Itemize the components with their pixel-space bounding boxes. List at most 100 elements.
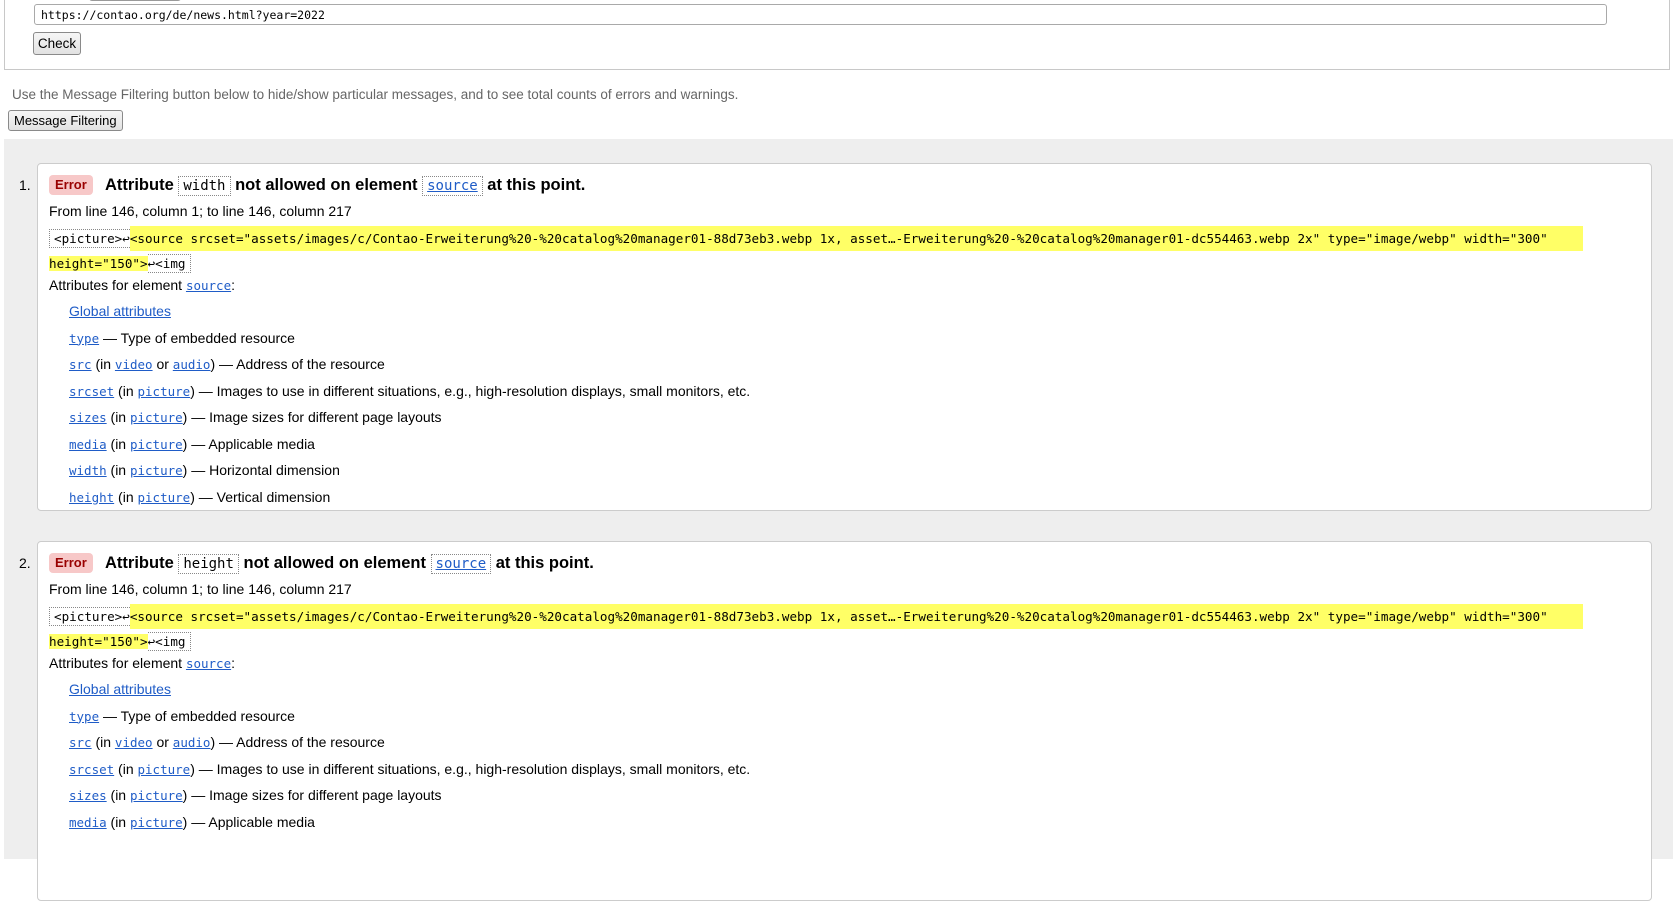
url-form: Check <box>4 0 1670 70</box>
global-attributes-link[interactable]: Global attributes <box>69 303 171 319</box>
message-number: 1. <box>19 177 31 193</box>
title-text: at this point. <box>495 554 594 572</box>
attribute-desc: — Vertical dimension <box>198 488 331 505</box>
attribute-item: type — Type of embedded resource <box>69 703 750 730</box>
attribute-context: (in <box>118 760 134 777</box>
element-code: source <box>430 554 492 574</box>
extract-highlight: height="150"> <box>49 256 148 271</box>
sizes-link[interactable]: sizes <box>69 788 107 803</box>
attributes-heading: Attributes for element source: <box>49 277 235 293</box>
attribute-context: (in <box>118 382 134 399</box>
media-link[interactable]: media <box>69 815 107 830</box>
attribute-context: or <box>156 356 169 372</box>
src-link[interactable]: src <box>69 735 92 750</box>
source-element-link[interactable]: source <box>186 656 231 671</box>
extract-context: <picture>↩ <box>49 607 130 626</box>
extract-context: ↩<img <box>147 632 191 651</box>
filter-help-text: Use the Message Filtering button below t… <box>12 87 739 102</box>
title-text: Attribute <box>105 176 174 194</box>
picture-link[interactable]: picture <box>138 384 191 399</box>
height-link[interactable]: height <box>69 490 114 505</box>
element-link[interactable]: source <box>436 556 487 572</box>
element-link[interactable]: source <box>427 178 478 194</box>
attribute-item: src (in video or audio) — Address of the… <box>69 351 750 378</box>
attribute-item: Global attributes <box>69 676 750 703</box>
src-link[interactable]: src <box>69 357 92 372</box>
extract-highlight: height="150"> <box>49 634 148 649</box>
attribute-context: ) <box>190 382 195 399</box>
picture-link[interactable]: picture <box>130 815 183 830</box>
error-badge: Error <box>49 175 93 195</box>
attribute-desc: — Address of the resource <box>219 734 385 750</box>
media-link[interactable]: media <box>69 437 107 452</box>
attribute-item: sizes (in picture) — Image sizes for dif… <box>69 782 750 809</box>
attribute-context: ) <box>182 409 188 425</box>
picture-link[interactable]: picture <box>130 463 183 478</box>
attribute-item: srcset (in picture) — Images to use in d… <box>69 378 750 405</box>
attribute-context: or <box>156 734 169 750</box>
picture-link[interactable]: picture <box>130 788 183 803</box>
attribute-context: ) <box>182 435 188 452</box>
type-link[interactable]: type <box>69 331 99 346</box>
picture-link[interactable]: picture <box>138 762 191 777</box>
url-input[interactable] <box>34 4 1607 25</box>
video-link[interactable]: video <box>115 735 153 750</box>
title-text: Attribute <box>105 554 174 572</box>
attribute-item: media (in picture) — Applicable media <box>69 431 750 458</box>
attribute-context: (in <box>95 356 112 372</box>
audio-link[interactable]: audio <box>173 735 211 750</box>
extract-context: <picture>↩ <box>49 229 130 248</box>
input-mode-button[interactable] <box>89 0 181 1</box>
attribute-desc: — Address of the resource <box>219 356 385 372</box>
attribute-context: (in <box>110 409 127 425</box>
attribute-context: (in <box>110 435 127 452</box>
global-attributes-link[interactable]: Global attributes <box>69 681 171 697</box>
source-element-link[interactable]: source <box>186 278 231 293</box>
attributes-label: Attributes for element <box>49 277 183 293</box>
video-link[interactable]: video <box>115 357 153 372</box>
message-title: Attribute height not allowed on element … <box>105 553 594 574</box>
picture-link[interactable]: picture <box>130 410 183 425</box>
attribute-context: (in <box>110 813 127 830</box>
attributes-label: Attributes for element <box>49 655 183 671</box>
audio-link[interactable]: audio <box>173 357 211 372</box>
attribute-item: type — Type of embedded resource <box>69 325 750 352</box>
attribute-item: srcset (in picture) — Images to use in d… <box>69 756 750 783</box>
attribute-code: height <box>178 554 239 574</box>
attribute-desc: — Images to use in different situations,… <box>198 760 751 777</box>
attribute-desc: — Horizontal dimension <box>191 462 340 478</box>
extract-highlight: <source srcset="assets/images/c/Contao-E… <box>129 604 1583 629</box>
attribute-context: (in <box>110 787 127 803</box>
attribute-context: ) <box>190 760 195 777</box>
message-location: From line 146, column 1; to line 146, co… <box>49 203 352 219</box>
attribute-item: sizes (in picture) — Image sizes for dif… <box>69 404 750 431</box>
element-code: source <box>422 176 483 196</box>
attribute-desc: — Applicable media <box>191 813 315 830</box>
code-extract: <picture>↩<source srcset="assets/images/… <box>49 226 1639 276</box>
picture-link[interactable]: picture <box>138 490 191 505</box>
check-button[interactable]: Check <box>33 32 81 55</box>
attribute-item: media (in picture) — Applicable media <box>69 809 750 836</box>
attribute-context: ) <box>190 488 195 505</box>
attribute-context: (in <box>118 488 134 505</box>
attribute-item: width (in picture) — Horizontal dimensio… <box>69 457 750 484</box>
attribute-item: src (in video or audio) — Address of the… <box>69 729 750 756</box>
code-extract: <picture>↩<source srcset="assets/images/… <box>49 604 1639 654</box>
width-link[interactable]: width <box>69 463 107 478</box>
error-message: Error Attribute width not allowed on ele… <box>37 163 1652 511</box>
attribute-desc: — Image sizes for different page layouts <box>191 409 442 425</box>
picture-link[interactable]: picture <box>130 437 183 452</box>
srcset-link[interactable]: srcset <box>69 384 114 399</box>
attribute-context: ) <box>182 462 188 478</box>
attribute-desc: — Applicable media <box>191 435 315 452</box>
extract-context: ↩<img <box>147 254 191 273</box>
attribute-context: ) <box>182 787 188 803</box>
attribute-item: Global attributes <box>69 298 750 325</box>
message-filtering-button[interactable]: Message Filtering <box>8 110 123 131</box>
type-link[interactable]: type <box>69 709 99 724</box>
error-message: Error Attribute height not allowed on el… <box>37 541 1652 901</box>
attribute-context: ) <box>182 813 188 830</box>
sizes-link[interactable]: sizes <box>69 410 107 425</box>
message-number: 2. <box>19 555 31 571</box>
srcset-link[interactable]: srcset <box>69 762 114 777</box>
